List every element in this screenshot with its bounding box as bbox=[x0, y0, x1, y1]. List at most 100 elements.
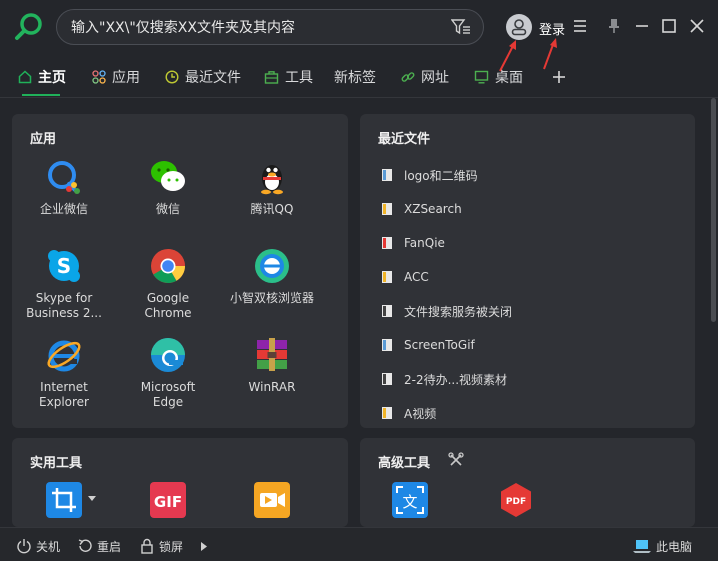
app-winrar[interactable]: WinRAR bbox=[230, 336, 314, 395]
browser-e-icon bbox=[255, 249, 289, 283]
tab-urls[interactable]: 网址 bbox=[401, 62, 449, 92]
app-label: 小智双核浏览器 bbox=[230, 291, 315, 305]
wechat-icon bbox=[151, 161, 185, 191]
file-icon bbox=[382, 407, 392, 419]
wecom-icon bbox=[48, 161, 80, 194]
recent-file-item[interactable]: ScreenToGif bbox=[380, 336, 475, 354]
tab-new[interactable]: 新标签 bbox=[334, 62, 376, 92]
toolbox-icon bbox=[264, 71, 279, 84]
recent-file-item[interactable]: logo和二维码 bbox=[380, 166, 478, 184]
tab-bar: 主页 应用 最近文件 工具 新标签 网址 桌面 bbox=[0, 62, 718, 96]
close-icon[interactable] bbox=[687, 16, 707, 36]
file-icon bbox=[382, 339, 392, 351]
filter-icon[interactable] bbox=[451, 18, 471, 36]
internet-explorer-icon bbox=[47, 340, 81, 372]
svg-text:S: S bbox=[57, 254, 71, 278]
recent-file-item[interactable]: A视频 bbox=[380, 404, 436, 422]
app-wecom[interactable]: 企业微信 bbox=[22, 158, 106, 217]
chrome-icon bbox=[151, 249, 185, 283]
app-chrome[interactable]: Google Chrome bbox=[126, 247, 210, 321]
file-name: A视频 bbox=[404, 406, 437, 421]
app-label: Skype for Business 2... bbox=[26, 291, 102, 320]
file-icon bbox=[382, 373, 392, 385]
panel-title: 应用 bbox=[30, 132, 57, 147]
app-wechat[interactable]: 微信 bbox=[126, 158, 210, 217]
tab-label: 最近文件 bbox=[185, 70, 241, 86]
active-tab-indicator bbox=[22, 94, 60, 96]
tab-label: 新标签 bbox=[334, 70, 376, 86]
lock-icon bbox=[141, 538, 153, 554]
pin-icon[interactable] bbox=[604, 16, 624, 36]
tools-settings-icon[interactable] bbox=[448, 452, 464, 468]
add-tab-icon[interactable] bbox=[552, 70, 566, 84]
ocr-tool-icon[interactable]: 文 bbox=[392, 482, 428, 518]
file-name: ACC bbox=[404, 270, 429, 284]
app-skype[interactable]: S Skype for Business 2... bbox=[22, 247, 106, 321]
crop-tool-icon[interactable] bbox=[46, 482, 82, 518]
file-name: XZSearch bbox=[404, 202, 462, 216]
app-label: 企业微信 bbox=[39, 202, 88, 216]
file-icon bbox=[382, 169, 392, 181]
restart-button[interactable]: 重启 bbox=[77, 537, 121, 555]
svg-text:文: 文 bbox=[402, 493, 417, 511]
tab-label: 应用 bbox=[112, 70, 140, 86]
app-label: WinRAR bbox=[248, 380, 296, 394]
app-label: Microsoft Edge bbox=[140, 380, 196, 409]
shutdown-label: 关机 bbox=[36, 539, 61, 554]
panel-title: 实用工具 bbox=[30, 456, 83, 471]
video-tool-icon[interactable] bbox=[254, 482, 290, 518]
tab-home[interactable]: 主页 bbox=[18, 62, 66, 92]
recent-file-item[interactable]: FanQie bbox=[380, 234, 445, 252]
tab-recent[interactable]: 最近文件 bbox=[165, 62, 241, 92]
this-pc-label: 此电脑 bbox=[656, 539, 693, 554]
tab-apps[interactable]: 应用 bbox=[92, 62, 140, 92]
app-qq[interactable]: 腾讯QQ bbox=[230, 158, 314, 217]
search-logo-icon bbox=[15, 13, 42, 40]
recent-file-item[interactable]: 2-2待办...视频素材 bbox=[380, 370, 507, 388]
app-label: 微信 bbox=[155, 202, 180, 216]
utility-tools-panel: 实用工具 GIF bbox=[12, 438, 348, 527]
tab-tools[interactable]: 工具 bbox=[264, 62, 313, 92]
this-pc-button[interactable]: 此电脑 bbox=[632, 537, 692, 555]
minimize-icon[interactable] bbox=[632, 16, 652, 36]
search-input[interactable] bbox=[71, 10, 431, 44]
lock-label: 锁屏 bbox=[159, 539, 184, 554]
recent-files-panel: 最近文件 logo和二维码 XZSearch FanQie ACC 文件搜索服务… bbox=[360, 114, 695, 428]
top-bar: 登录 bbox=[0, 0, 718, 72]
svg-text:PDF: PDF bbox=[506, 497, 526, 507]
power-icon bbox=[17, 539, 31, 554]
app-ie[interactable]: Internet Explorer bbox=[22, 336, 106, 410]
file-icon bbox=[382, 271, 392, 283]
avatar[interactable] bbox=[506, 14, 532, 40]
app-label: 腾讯QQ bbox=[250, 202, 294, 216]
clock-icon bbox=[165, 70, 179, 84]
tab-desktop[interactable]: 桌面 bbox=[474, 62, 523, 92]
file-name: 文件搜索服务被关闭 bbox=[404, 304, 513, 319]
home-icon bbox=[18, 70, 32, 84]
apps-panel: 应用 企业微信 微信 腾讯QQ S Skype for Business 2..… bbox=[12, 114, 348, 428]
divider bbox=[0, 97, 718, 98]
recent-file-item[interactable]: XZSearch bbox=[380, 200, 462, 218]
shutdown-button[interactable]: 关机 bbox=[16, 537, 60, 555]
recent-file-item[interactable]: 文件搜索服务被关闭 bbox=[380, 302, 512, 320]
monitor-icon bbox=[474, 70, 489, 84]
app-xiaozhi-browser[interactable]: 小智双核浏览器 bbox=[230, 247, 314, 306]
file-name: 2-2待办...视频素材 bbox=[404, 372, 508, 387]
file-name: FanQie bbox=[404, 236, 445, 250]
app-label: Google Chrome bbox=[144, 291, 192, 320]
recent-file-item[interactable]: ACC bbox=[380, 268, 429, 286]
file-icon bbox=[382, 305, 392, 317]
play-arrow-icon[interactable] bbox=[200, 542, 208, 551]
app-label: Internet Explorer bbox=[39, 380, 89, 409]
lock-button[interactable]: 锁屏 bbox=[139, 537, 183, 555]
pdf-tool-icon[interactable]: PDF bbox=[498, 482, 534, 518]
app-edge[interactable]: Microsoft Edge bbox=[126, 336, 210, 410]
qq-penguin-icon bbox=[261, 165, 283, 195]
menu-icon[interactable] bbox=[570, 16, 590, 36]
file-name: ScreenToGif bbox=[404, 338, 475, 352]
gif-tool-icon[interactable]: GIF bbox=[150, 482, 186, 518]
maximize-icon[interactable] bbox=[659, 16, 679, 36]
search-box[interactable] bbox=[56, 9, 484, 45]
scrollbar[interactable] bbox=[711, 98, 716, 322]
chevron-down-icon[interactable] bbox=[88, 496, 96, 502]
